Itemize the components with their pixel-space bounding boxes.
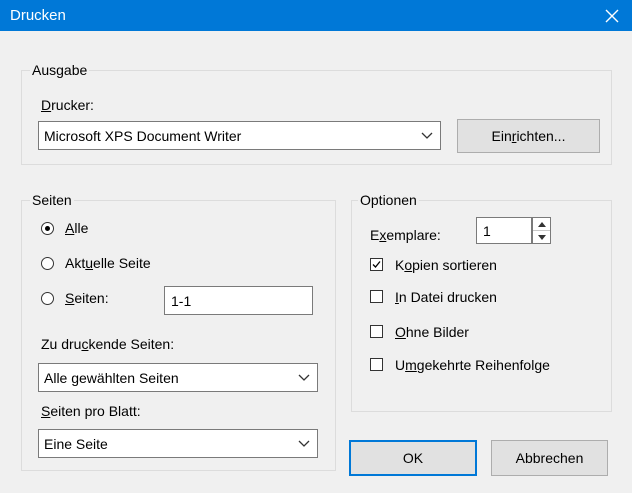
close-icon bbox=[605, 9, 619, 22]
print-pages-select-value: Alle gewählten Seiten bbox=[44, 369, 179, 386]
spin-up-icon[interactable] bbox=[533, 218, 550, 231]
ausgabe-legend: Ausgabe bbox=[30, 62, 90, 78]
collate-label: Kopien sortieren bbox=[395, 257, 497, 273]
chevron-down-icon bbox=[291, 374, 317, 382]
print-pages-label: Zu druckende Seiten: bbox=[41, 336, 175, 352]
setup-button[interactable]: Einrichten... bbox=[457, 119, 600, 153]
per-sheet-select[interactable]: Eine Seite bbox=[38, 429, 318, 458]
window-title: Drucken bbox=[10, 7, 66, 24]
optionen-legend: Optionen bbox=[358, 192, 419, 208]
chevron-down-icon bbox=[414, 132, 440, 140]
cancel-button[interactable]: Abbrechen bbox=[491, 440, 608, 476]
per-sheet-select-value: Eine Seite bbox=[44, 435, 108, 452]
cancel-button-label: Abbrechen bbox=[515, 450, 584, 466]
collate-checkbox[interactable] bbox=[370, 258, 383, 271]
pages-range-input[interactable]: 1-1 bbox=[164, 286, 313, 315]
radio-pages[interactable] bbox=[41, 292, 54, 305]
setup-button-label: Einrichten... bbox=[491, 128, 566, 144]
no-images-label: Ohne Bilder bbox=[395, 324, 469, 340]
print-to-file-label: In Datei drucken bbox=[395, 289, 497, 305]
radio-pages-label: Seiten: bbox=[65, 290, 109, 306]
reverse-order-checkbox[interactable] bbox=[370, 358, 383, 371]
checkmark-icon bbox=[372, 261, 381, 268]
copies-spinner[interactable] bbox=[532, 217, 551, 244]
radio-all-label: Alle bbox=[65, 220, 89, 236]
printer-label: Drucker: bbox=[41, 97, 94, 113]
reverse-order-label: Umgekehrte Reihenfolge bbox=[395, 357, 550, 373]
print-pages-select[interactable]: Alle gewählten Seiten bbox=[38, 363, 318, 392]
copies-input[interactable]: 1 bbox=[476, 217, 532, 244]
no-images-checkbox[interactable] bbox=[370, 325, 383, 338]
copies-label: Exemplare: bbox=[370, 227, 441, 243]
print-to-file-checkbox[interactable] bbox=[370, 290, 383, 303]
seiten-legend: Seiten bbox=[30, 192, 74, 208]
per-sheet-label: Seiten pro Blatt: bbox=[41, 403, 141, 419]
radio-current-page[interactable] bbox=[41, 257, 54, 270]
title-bar bbox=[0, 0, 632, 31]
printer-select-value: Microsoft XPS Document Writer bbox=[44, 127, 242, 144]
ok-button-label: OK bbox=[402, 450, 424, 466]
radio-all[interactable] bbox=[41, 222, 54, 235]
printer-select[interactable]: Microsoft XPS Document Writer bbox=[38, 121, 441, 150]
close-button[interactable] bbox=[592, 0, 632, 31]
spin-down-icon[interactable] bbox=[533, 231, 550, 243]
radio-current-page-label: Aktuelle Seite bbox=[65, 255, 151, 271]
ok-button[interactable]: OK bbox=[349, 440, 477, 476]
chevron-down-icon bbox=[291, 440, 317, 448]
